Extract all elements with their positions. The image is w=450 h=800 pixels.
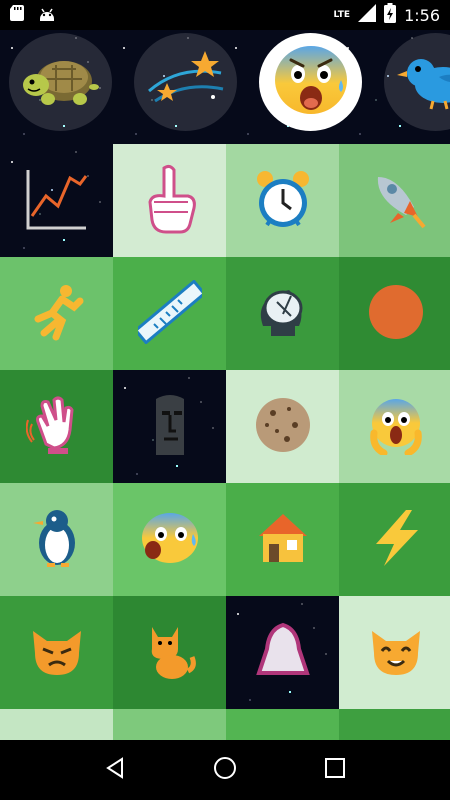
- cookie-icon: [253, 395, 313, 459]
- home-icon: [212, 755, 238, 785]
- grid-cell[interactable]: [226, 483, 339, 596]
- smiling-cat-icon: [366, 623, 426, 683]
- grid-cell[interactable]: [339, 257, 450, 370]
- recents-button[interactable]: [315, 750, 355, 790]
- network-type: LTE: [333, 10, 351, 20]
- high-voltage-icon: [368, 508, 424, 572]
- grid-cell[interactable]: [113, 483, 226, 596]
- anxious-face-icon: [139, 510, 201, 570]
- screaming-face-icon: [366, 395, 426, 459]
- grid-cell[interactable]: [226, 144, 339, 257]
- waving-hand-icon: [25, 394, 88, 460]
- grid-cell[interactable]: [226, 370, 339, 483]
- bell-icon: [255, 621, 311, 685]
- category-space[interactable]: [134, 33, 237, 131]
- grid-cell[interactable]: [0, 596, 113, 709]
- category-bar: [0, 30, 450, 144]
- grid-cell[interactable]: [0, 483, 113, 596]
- grid-cell[interactable]: [113, 709, 226, 740]
- turtle-icon: [18, 47, 104, 117]
- fearful-face-icon: [271, 42, 351, 122]
- space-icon: [143, 47, 229, 117]
- grid-cell[interactable]: [339, 483, 450, 596]
- clock: 1:56: [404, 5, 440, 25]
- grid-cell[interactable]: [0, 709, 113, 740]
- grid-cell[interactable]: [113, 596, 226, 709]
- alarm-clock-icon: [251, 167, 315, 235]
- ruler-icon: [133, 278, 206, 348]
- rocket-icon: [364, 167, 428, 235]
- android-icon: [38, 5, 56, 25]
- grid-cell[interactable]: [113, 370, 226, 483]
- orange-circle-icon: [367, 283, 425, 345]
- back-button[interactable]: [95, 750, 135, 790]
- battery-charging-icon: [384, 3, 397, 27]
- house-icon: [255, 510, 311, 570]
- cat-icon: [142, 621, 198, 685]
- grid-cell[interactable]: [339, 709, 450, 740]
- category-smileys[interactable]: [259, 33, 362, 131]
- person-running-icon: [28, 283, 86, 345]
- bird-icon: [393, 47, 450, 117]
- grid-cell[interactable]: [0, 370, 113, 483]
- moai-icon: [134, 393, 198, 461]
- grid-cell[interactable]: [339, 370, 450, 483]
- satellite-antenna-icon: [253, 282, 313, 346]
- grid-cell[interactable]: [339, 596, 450, 709]
- cell-signal-icon: [358, 4, 377, 26]
- grid-cell[interactable]: [226, 596, 339, 709]
- index-pointing-up-icon: [140, 164, 200, 238]
- category-animals[interactable]: [384, 33, 450, 131]
- pouting-cat-icon: [27, 623, 87, 683]
- recents-icon: [324, 757, 346, 783]
- sd-card-icon: [10, 5, 24, 25]
- grid-cell[interactable]: [0, 257, 113, 370]
- back-icon: [103, 756, 127, 784]
- home-button[interactable]: [205, 750, 245, 790]
- status-bar: LTE 1:56: [0, 0, 450, 30]
- grid-cell[interactable]: [339, 144, 450, 257]
- penguin-icon: [29, 507, 85, 573]
- navigation-bar: [0, 740, 450, 800]
- grid-cell[interactable]: [113, 144, 226, 257]
- emoji-grid: [0, 144, 450, 740]
- grid-cell[interactable]: [113, 257, 226, 370]
- grid-cell[interactable]: [0, 144, 113, 257]
- category-turtle[interactable]: [9, 33, 112, 131]
- grid-cell[interactable]: [226, 257, 339, 370]
- grid-cell[interactable]: [226, 709, 339, 740]
- chart-increasing-icon: [22, 164, 92, 238]
